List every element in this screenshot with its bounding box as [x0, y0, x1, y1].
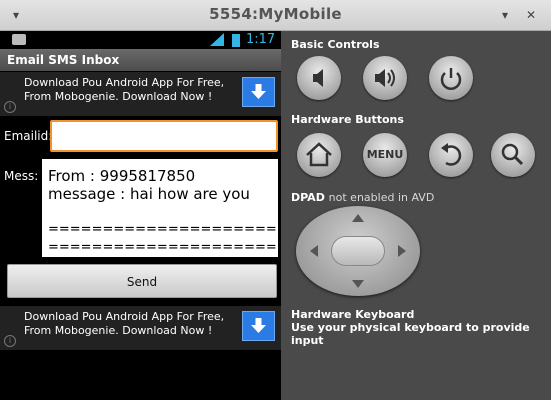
message-line: ======================= [48, 240, 278, 255]
keyboard-note: Use your physical keyboard to provide in… [291, 321, 530, 347]
status-bar: 1:17 [0, 31, 281, 49]
ad-banner-bottom[interactable]: Download Pou Android App For Free, From … [0, 306, 281, 350]
download-button[interactable] [242, 311, 275, 341]
home-button[interactable] [297, 133, 341, 177]
message-line: message : hai how are you [48, 185, 250, 203]
ad-text[interactable]: Download Pou Android App For Free, From … [24, 76, 244, 104]
phone-screen: 1:17 Email SMS Inbox Download Pou Androi… [0, 31, 281, 400]
volume-up-icon [375, 69, 395, 87]
menu-button[interactable]: MENU [363, 133, 407, 177]
ad-text[interactable]: Download Pou Android App For Free, From … [24, 310, 244, 338]
message-line: From : 9995817850 [48, 167, 196, 185]
message-textarea[interactable]: From : 9995817850 message : hai how are … [42, 159, 278, 257]
send-button[interactable]: Send [7, 264, 277, 298]
keyboard-title: Hardware Keyboard [291, 308, 415, 321]
window-titlebar: ▾ 5554:MyMobile ▾ ✕ [0, 0, 551, 31]
dpad-title: DPAD not enabled in AVD [291, 191, 434, 204]
dpad-center-button[interactable] [331, 236, 385, 266]
dpad-up-icon [352, 214, 364, 222]
dpad-down-icon [352, 280, 364, 288]
battery-icon [232, 34, 240, 47]
ad-info-icon[interactable]: i [4, 335, 16, 347]
download-arrow-icon [251, 318, 266, 333]
hardware-buttons-title: Hardware Buttons [291, 113, 404, 126]
signal-icon [210, 33, 224, 46]
email-field[interactable] [50, 120, 278, 152]
close-button[interactable]: ✕ [523, 7, 539, 23]
search-button[interactable] [491, 133, 535, 177]
message-line: ======================= [48, 222, 278, 237]
home-icon [306, 142, 332, 167]
menu-label: MENU [366, 148, 404, 161]
email-label: Emailid: [4, 129, 53, 143]
dpad-label: DPAD [291, 191, 325, 204]
window-title: 5554:MyMobile [209, 5, 342, 23]
power-icon [440, 68, 462, 90]
keyboard-info: Hardware Keyboard Use your physical keyb… [291, 308, 551, 347]
download-button[interactable] [242, 77, 275, 107]
basic-controls-title: Basic Controls [291, 38, 380, 51]
power-button[interactable] [429, 56, 473, 100]
volume-down-button[interactable] [297, 56, 341, 100]
ad-banner-top[interactable]: Download Pou Android App For Free, From … [0, 72, 281, 116]
app-title: Email SMS Inbox [0, 49, 281, 71]
message-line [48, 203, 278, 221]
back-button[interactable] [429, 133, 473, 177]
search-icon [501, 143, 524, 166]
back-icon [441, 143, 462, 166]
volume-down-icon [313, 69, 323, 87]
dpad-note: not enabled in AVD [328, 191, 435, 204]
volume-up-button[interactable] [363, 56, 407, 100]
download-arrow-icon [251, 84, 266, 99]
emulator-controls: Basic Controls Hardware Buttons MENU DPA… [281, 31, 551, 400]
dpad-right-icon [398, 245, 406, 257]
ad-info-icon[interactable]: i [4, 101, 16, 113]
dpad-left-icon [310, 245, 318, 257]
message-label: Mess: [4, 169, 39, 183]
status-time: 1:17 [246, 32, 276, 47]
message-notification-icon [12, 34, 26, 45]
minimize-button[interactable]: ▾ [497, 7, 513, 23]
dpad[interactable] [296, 206, 420, 296]
